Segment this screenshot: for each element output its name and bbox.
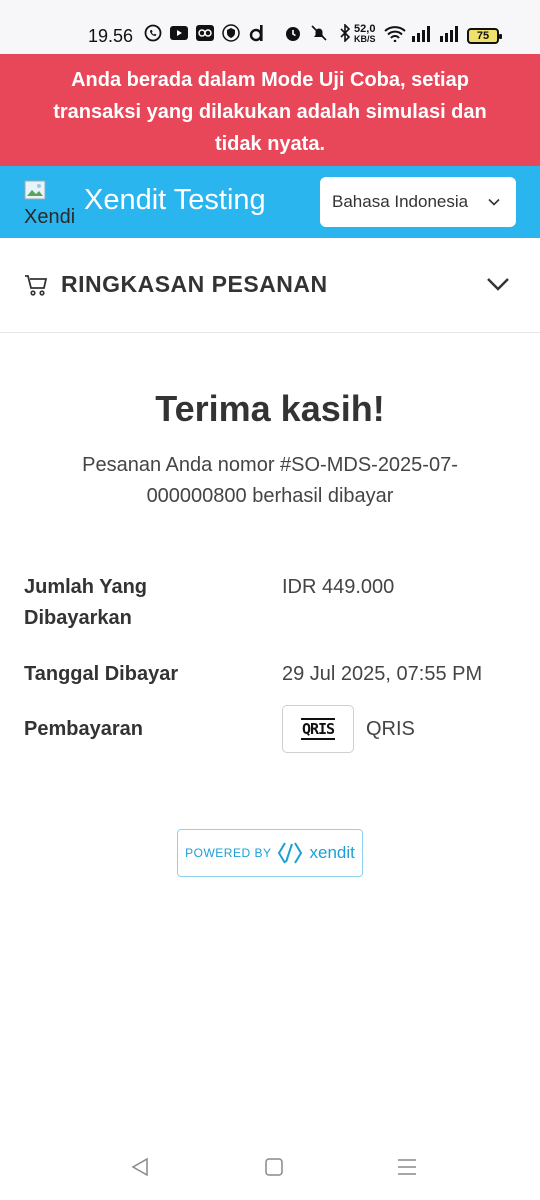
home-icon[interactable] <box>262 1155 286 1179</box>
broken-image-icon <box>24 180 46 200</box>
signal-icon <box>440 26 462 47</box>
system-navigation-bar <box>0 1140 540 1200</box>
chevron-down-icon <box>488 198 500 206</box>
alarm-icon <box>284 24 302 42</box>
logo-image: Xendit <box>24 180 74 226</box>
powered-by-label: POWERED BY <box>185 846 272 860</box>
network-speed: 52,0 KB/S <box>354 23 376 45</box>
paid-date-value: 29 Jul 2025, 07:55 PM <box>282 663 483 685</box>
order-message: Pesanan Anda nomor #SO-MDS-2025-07-00000… <box>82 454 458 507</box>
mute-icon <box>310 24 328 42</box>
bluetooth-icon <box>336 24 354 42</box>
menu-icon[interactable] <box>395 1155 419 1179</box>
network-speed-unit: KB/S <box>354 34 376 44</box>
brand-name: Xendit Testing <box>84 184 266 216</box>
cart-icon <box>25 275 48 296</box>
amount-value: IDR 449.000 <box>282 576 395 598</box>
header: Xendit Xendit Testing Bahasa Indonesia <box>0 166 540 238</box>
chevron-down-icon <box>487 278 509 291</box>
order-summary-title: RINGKASAN PESANAN <box>61 271 328 297</box>
battery-icon: 75 <box>467 28 502 44</box>
signal-icon <box>412 26 434 47</box>
xendit-wordmark: xendit <box>309 843 355 862</box>
powered-by-xendit[interactable]: POWERED BY xendit <box>177 829 363 877</box>
app-icon <box>196 24 214 42</box>
logo-alt-text: Xendit <box>24 206 74 226</box>
order-summary-toggle[interactable]: RINGKASAN PESANAN <box>0 238 540 333</box>
wifi-icon <box>384 26 406 47</box>
paid-date-label: Tanggal Dibayar <box>24 663 179 685</box>
status-time: 19.56 <box>88 26 134 46</box>
qris-logo: QRIS <box>282 705 354 753</box>
vpn-icon <box>222 24 240 42</box>
language-label: Bahasa Indonesia <box>332 192 469 211</box>
d-app-icon <box>248 24 266 42</box>
thank-you-heading: Terima kasih! <box>155 388 385 429</box>
xendit-logo-icon <box>278 842 303 864</box>
network-speed-value: 52,0 <box>354 23 376 35</box>
notification-icons <box>144 24 354 42</box>
language-select[interactable]: Bahasa Indonesia <box>320 177 516 227</box>
back-icon[interactable] <box>128 1155 152 1179</box>
qris-logo-text: QRIS <box>300 718 335 740</box>
amount-label: Jumlah Yang Dibayarkan <box>24 576 148 629</box>
connectivity-icons <box>384 26 462 47</box>
payment-method-value: QRIS <box>366 718 415 740</box>
status-bar: 19.56 52,0 KB/S 75 <box>0 0 540 54</box>
youtube-icon <box>170 24 188 42</box>
whatsapp-icon <box>144 24 162 42</box>
payment-label: Pembayaran <box>24 718 143 740</box>
test-mode-banner: Anda berada dalam Mode Uji Coba, setiap … <box>0 54 540 166</box>
